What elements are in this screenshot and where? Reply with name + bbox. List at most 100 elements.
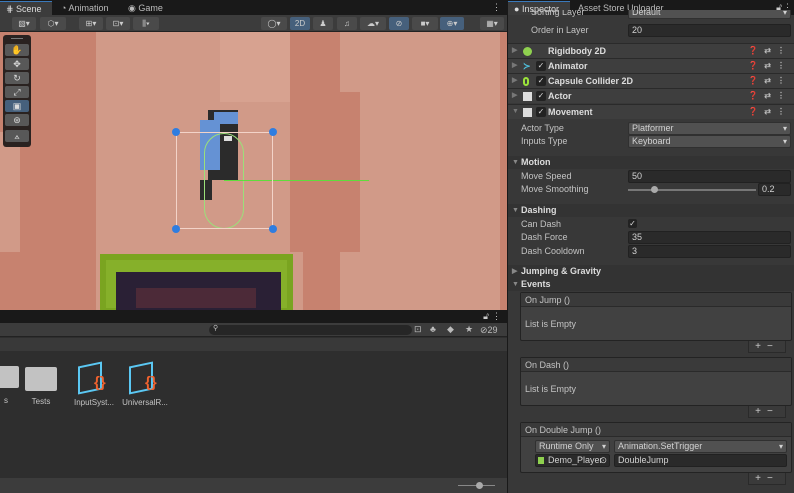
grid-icon: ⋕: [6, 4, 17, 14]
tab-scene[interactable]: ⋕ Scene: [0, 1, 52, 15]
asset-folder[interactable]: Tests: [15, 360, 67, 406]
lock-icon[interactable]: 🔓︎: [483, 311, 489, 322]
component-animator[interactable]: ▶ ≻ ✓ Animator ❓⇄⋮: [508, 58, 794, 73]
component-rigidbody2d[interactable]: ▶ Rigidbody 2D ❓⇄⋮: [508, 43, 794, 58]
slider-thumb[interactable]: [650, 186, 658, 193]
asset-package[interactable]: {} InputSyst...: [68, 360, 120, 407]
inspector-panel: ● Inspector Asset Store Uploader 🔓︎ ⋮ So…: [507, 0, 794, 493]
drag-handle[interactable]: [11, 38, 23, 42]
2d-toggle[interactable]: 2D: [290, 17, 310, 30]
move-tool[interactable]: ✥: [5, 58, 29, 70]
rect-corner-handle[interactable]: [269, 128, 277, 136]
scene-tab-bar: ⋕ Scene ◔ Animation ◉ Game ⋮: [0, 0, 507, 15]
audio-toggle[interactable]: ♫: [337, 17, 357, 30]
enabled-checkbox[interactable]: ✓: [536, 61, 546, 71]
rigidbody-icon: [523, 47, 532, 56]
hand-tool[interactable]: ✋: [5, 44, 29, 56]
can-dash-checkbox[interactable]: ✓: [628, 219, 637, 228]
rect-tool[interactable]: ▣: [5, 100, 29, 112]
move-smoothing-slider[interactable]: [628, 186, 756, 193]
gizmo-cube-dropdown[interactable]: ⬡▾: [40, 17, 66, 30]
runtime-mode-dropdown[interactable]: Runtime Only: [535, 440, 610, 453]
script-icon: [523, 92, 532, 101]
tab-animation[interactable]: ◔ Animation: [55, 1, 114, 15]
component-actions[interactable]: ❓⇄⋮: [748, 44, 791, 58]
on-dash-event: On Dash () List is Empty: [520, 357, 792, 406]
scene-view[interactable]: ✋ ✥ ↻ ⤢ ▣ ⊛ ⟑: [0, 32, 507, 310]
function-dropdown[interactable]: Animation.SetTrigger: [614, 440, 787, 453]
platform-sprite: [100, 254, 293, 310]
filter-type-icon[interactable]: ♣: [430, 324, 436, 334]
rect-corner-handle[interactable]: [172, 225, 180, 233]
asset-package[interactable]: {} UniversalR...: [119, 360, 171, 407]
rect-transform-handle[interactable]: [176, 132, 273, 229]
dash-force-field[interactable]: 35: [628, 231, 791, 244]
add-remove-buttons[interactable]: +−: [748, 473, 786, 485]
component-actions[interactable]: ❓⇄⋮: [748, 59, 791, 73]
move-smoothing-field[interactable]: 0.2: [758, 183, 791, 196]
sorting-layer-dropdown[interactable]: Default: [628, 10, 791, 19]
order-in-layer-field[interactable]: 20: [628, 24, 791, 37]
favorite-star-icon[interactable]: ★: [465, 324, 473, 335]
transform-tool[interactable]: ⊛: [5, 114, 29, 126]
component-actor[interactable]: ▶ ✓ Actor ❓⇄⋮: [508, 88, 794, 103]
package-icon: {}: [74, 360, 114, 396]
camera-dropdown[interactable]: ■▾: [412, 17, 438, 30]
rotate-tool[interactable]: ↻: [5, 72, 29, 84]
label-icon[interactable]: ◆: [447, 324, 454, 335]
object-picker-icon[interactable]: ⊙: [599, 455, 607, 466]
argument-field[interactable]: DoubleJump: [614, 454, 787, 467]
more-menu-icon[interactable]: ⋮: [492, 311, 501, 322]
package-icon: {}: [125, 360, 165, 396]
search-icon: ⚲: [213, 325, 219, 332]
slider-thumb[interactable]: [476, 482, 483, 489]
section-motion[interactable]: ▼ Motion: [508, 156, 794, 169]
draw-mode-dropdown[interactable]: ▧▾: [12, 17, 36, 30]
custom-tool[interactable]: ⟑: [5, 130, 29, 142]
add-remove-buttons[interactable]: +−: [748, 406, 786, 418]
component-actions[interactable]: ❓⇄⋮: [748, 105, 791, 119]
enabled-checkbox[interactable]: ✓: [536, 91, 546, 101]
component-capsule-collider[interactable]: ▶ ✓ Capsule Collider 2D ❓⇄⋮: [508, 73, 794, 88]
animator-icon: ≻: [523, 61, 531, 71]
more-menu-icon[interactable]: ⋮: [492, 2, 501, 13]
breadcrumb: [0, 338, 507, 351]
search-input[interactable]: ⚲: [209, 325, 412, 335]
lighting-toggle[interactable]: ♟: [313, 17, 333, 30]
overlay-dropdown[interactable]: ▦▾: [480, 17, 504, 30]
capsule-collider-icon: [523, 77, 529, 86]
component-movement[interactable]: ▼ ✓ Movement ❓⇄⋮: [508, 104, 794, 119]
target-object-field[interactable]: Demo_Player ⊙: [535, 454, 610, 467]
shading-dropdown[interactable]: ◯▾: [261, 17, 287, 30]
component-actions[interactable]: ❓⇄⋮: [748, 74, 791, 88]
search-by-type-icon[interactable]: ⊡: [414, 324, 422, 335]
inputs-type-dropdown[interactable]: Keyboard: [628, 135, 791, 148]
scale-tool[interactable]: ⤢: [5, 86, 29, 98]
grid-snap-dropdown[interactable]: ⊞▾: [79, 17, 103, 30]
tab-game[interactable]: ◉ Game: [122, 1, 169, 15]
folder-icon: [25, 367, 57, 391]
on-double-jump-event: On Double Jump () Runtime Only Animation…: [520, 422, 792, 473]
rect-corner-handle[interactable]: [269, 225, 277, 233]
section-dashing[interactable]: ▼ Dashing: [508, 204, 794, 217]
script-icon: [523, 108, 532, 117]
eye-slash-icon: ⊘: [480, 325, 488, 335]
section-events[interactable]: ▼ Events: [508, 278, 794, 291]
effects-dropdown[interactable]: ☁▾: [360, 17, 386, 30]
zoom-slider[interactable]: [458, 482, 495, 489]
gamepad-icon: ◉: [128, 3, 139, 13]
enabled-checkbox[interactable]: ✓: [536, 107, 546, 117]
dash-cooldown-field[interactable]: 3: [628, 245, 791, 258]
hidden-objects-toggle[interactable]: ⊘: [389, 17, 409, 30]
rect-corner-handle[interactable]: [172, 128, 180, 136]
increment-snap-dropdown[interactable]: ⊡▾: [106, 17, 130, 30]
script-icon: [538, 457, 544, 464]
add-remove-buttons[interactable]: +−: [748, 341, 786, 353]
component-actions[interactable]: ❓⇄⋮: [748, 89, 791, 103]
gizmos-dropdown[interactable]: ⊕▾: [440, 17, 464, 30]
scene-toolbar: ▧▾ ⬡▾ ⊞▾ ⊡▾ ⫼▾ ◯▾ 2D ♟ ♫ ☁▾ ⊘ ■▾ ⊕▾ ▦▾: [0, 15, 507, 32]
align-dropdown[interactable]: ⫼▾: [133, 17, 159, 30]
section-jumping-gravity[interactable]: ▶ Jumping & Gravity: [508, 265, 794, 278]
hidden-packages-toggle[interactable]: ⊘29: [480, 325, 498, 336]
enabled-checkbox[interactable]: ✓: [536, 76, 546, 86]
